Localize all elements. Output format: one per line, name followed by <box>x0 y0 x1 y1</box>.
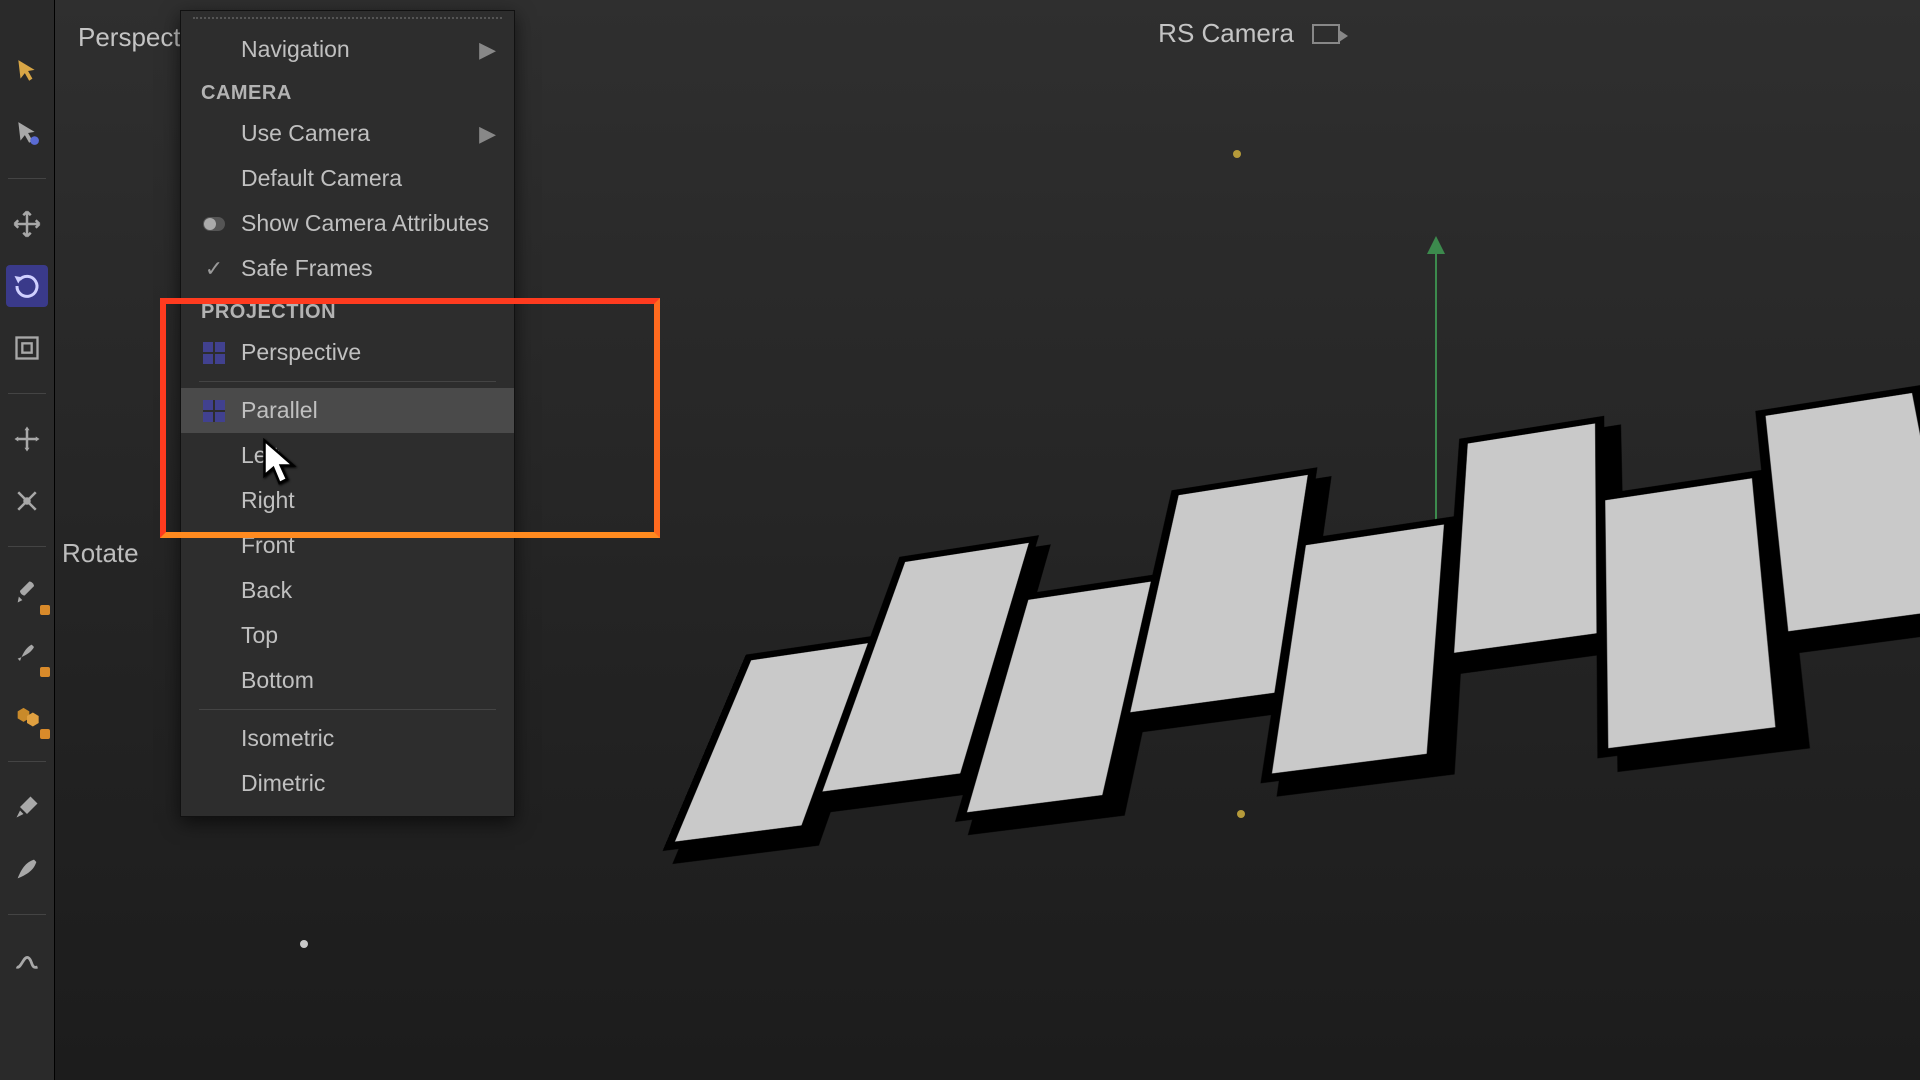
cameras-menu: Navigation ▶ CAMERA Use Camera ▶ Default… <box>180 10 515 817</box>
menu-item-safe-frames[interactable]: ✓ Safe Frames <box>181 246 514 291</box>
paint-tool[interactable] <box>6 786 48 828</box>
menu-item-bottom[interactable]: Bottom <box>181 658 514 703</box>
brush-tool[interactable] <box>6 571 48 613</box>
menu-item-isometric[interactable]: Isometric <box>181 716 514 761</box>
menu-item-label: Isometric <box>241 725 334 752</box>
cubes-tool[interactable] <box>6 695 48 737</box>
menu-item-label: Show Camera Attributes <box>241 210 489 237</box>
menu-divider <box>199 381 496 382</box>
menu-item-label: Use Camera <box>241 120 370 147</box>
menu-item-front[interactable]: Front <box>181 523 514 568</box>
menu-item-parallel[interactable]: Parallel <box>181 388 514 433</box>
viewport-marker-icon <box>300 940 308 948</box>
menu-item-back[interactable]: Back <box>181 568 514 613</box>
left-toolbar <box>0 0 55 1080</box>
menu-item-label: Safe Frames <box>241 255 373 282</box>
checkmark-icon: ✓ <box>205 256 223 282</box>
move-tool[interactable] <box>6 203 48 245</box>
menu-section-camera: CAMERA <box>181 72 514 111</box>
menu-item-label: Dimetric <box>241 770 325 797</box>
rotate-tool[interactable] <box>6 265 48 307</box>
grid-icon <box>203 400 225 422</box>
pivot-point-icon <box>1237 810 1245 818</box>
menu-item-right[interactable]: Right <box>181 478 514 523</box>
menu-item-label: Left <box>241 442 279 469</box>
chevron-right-icon: ▶ <box>479 121 496 147</box>
scale-tool[interactable] <box>6 327 48 369</box>
menu-divider <box>199 709 496 710</box>
menu-item-label: Top <box>241 622 278 649</box>
menu-item-use-camera[interactable]: Use Camera ▶ <box>181 111 514 156</box>
spline-tool[interactable] <box>6 939 48 981</box>
menu-item-left[interactable]: Left <box>181 433 514 478</box>
select-tool[interactable] <box>6 50 48 92</box>
menu-item-label: Right <box>241 487 295 514</box>
camera-icon <box>1312 24 1340 44</box>
chevron-right-icon: ▶ <box>479 37 496 63</box>
menu-item-perspective[interactable]: Perspective <box>181 330 514 375</box>
menu-item-label: Front <box>241 532 295 559</box>
camera-name-text: RS Camera <box>1158 18 1294 49</box>
active-camera-label[interactable]: RS Camera <box>1158 18 1340 49</box>
snap-tool[interactable] <box>6 480 48 522</box>
menu-item-label: Navigation <box>241 36 350 63</box>
menu-item-navigation[interactable]: Navigation ▶ <box>181 27 514 72</box>
menu-item-label: Bottom <box>241 667 314 694</box>
menu-item-label: Back <box>241 577 292 604</box>
live-select-tool[interactable] <box>6 112 48 154</box>
sculpt-tool[interactable] <box>6 633 48 675</box>
menu-item-default-camera[interactable]: Default Camera <box>181 156 514 201</box>
toggle-icon <box>203 217 225 231</box>
menu-item-dimetric[interactable]: Dimetric <box>181 761 514 806</box>
menu-item-label: Parallel <box>241 397 318 424</box>
menu-section-projection: PROJECTION <box>181 291 514 330</box>
grid-icon <box>203 342 225 364</box>
menu-item-top[interactable]: Top <box>181 613 514 658</box>
pivot-point-icon <box>1233 150 1241 158</box>
tool-name-label: Rotate <box>62 538 139 569</box>
axis-move-tool[interactable] <box>6 418 48 460</box>
menu-item-label: Perspective <box>241 339 361 366</box>
pen-tool[interactable] <box>6 848 48 890</box>
menu-item-show-camera-attributes[interactable]: Show Camera Attributes <box>181 201 514 246</box>
menu-item-label: Default Camera <box>241 165 402 192</box>
menu-grip-icon[interactable] <box>193 17 502 23</box>
